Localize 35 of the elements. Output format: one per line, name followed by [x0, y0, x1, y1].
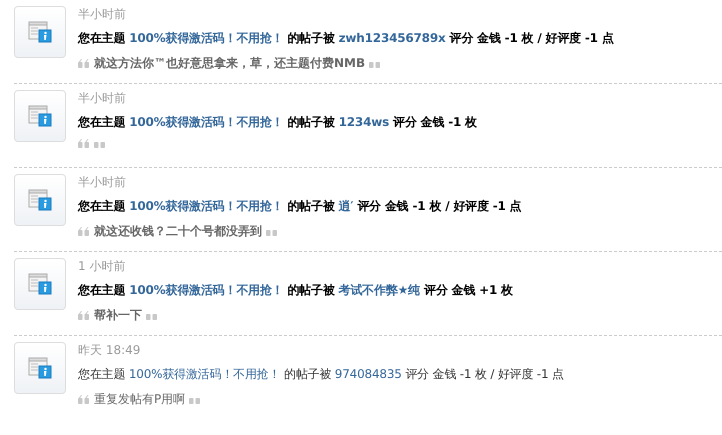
notice-text: 您在主题 100%获得激活码！不用抢！ 的帖子被 1234ws 评分 金钱 -1 枚: [78, 114, 477, 130]
comment-text: 重复发帖有P用啊: [94, 391, 186, 407]
notice-icon: [14, 90, 66, 142]
notice-text: 您在主题 100%获得激活码！不用抢！ 的帖子被 考试不作弊★纯 评分 金钱 +1 枚: [78, 282, 513, 298]
thread-link[interactable]: 100%获得激活码！不用抢！: [129, 283, 284, 297]
user-link[interactable]: zwh123456789x: [338, 31, 446, 45]
comment-text: 帮补一下: [94, 307, 142, 323]
comment-text: 就这还收钱？二十个号都没弄到: [94, 223, 262, 239]
timestamp: 半小时前: [78, 175, 127, 189]
notice-icon: [14, 174, 66, 226]
thread-link[interactable]: 100%获得激活码！不用抢！: [129, 199, 284, 213]
thread-link[interactable]: 100%获得激活码！不用抢！: [129, 31, 284, 45]
timestamp: 1 小时前: [78, 259, 126, 273]
user-link[interactable]: 考试不作弊★纯: [338, 283, 420, 297]
timestamp: 半小时前: [78, 7, 127, 21]
comment-text: 就这方法你™也好意思拿来，草，还主题付费NMB: [94, 55, 366, 71]
notice-icon: [14, 258, 66, 310]
open-quote-icon: [78, 394, 90, 404]
notice-icon: [14, 6, 66, 58]
timestamp: 昨天 18:49: [78, 343, 142, 357]
timestamp: 半小时前: [78, 91, 127, 105]
open-quote-icon: [78, 139, 90, 148]
notice-text: 您在主题 100%获得激活码！不用抢！ 的帖子被 逍′ 评分 金钱 -1 枚 / 好评度 -1 点: [78, 198, 522, 214]
thread-link[interactable]: 100%获得激活码！不用抢！: [129, 115, 284, 129]
notice-icon: [14, 342, 66, 394]
user-link[interactable]: 974084835: [334, 367, 402, 381]
open-quote-icon: [78, 226, 90, 236]
notice-text: 您在主题 100%获得激活码！不用抢！ 的帖子被 974084835 评分 金钱 -1 枚 / 好评度 -1 点: [78, 366, 564, 382]
close-quote-icon: [94, 139, 106, 148]
user-link[interactable]: 1234ws: [338, 115, 390, 129]
thread-link[interactable]: 100%获得激活码！不用抢！: [128, 367, 280, 381]
open-quote-icon: [78, 58, 90, 68]
notice-text: 您在主题 100%获得激活码！不用抢！ 的帖子被 zwh123456789x 评分 金钱 -1 枚 / 好评度 -1 点: [78, 30, 614, 46]
user-link[interactable]: 逍′: [338, 199, 354, 213]
open-quote-icon: [78, 310, 90, 320]
